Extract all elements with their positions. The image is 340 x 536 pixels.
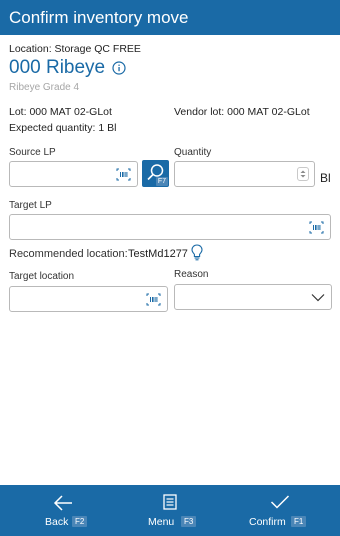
confirm-button[interactable]: Confirm F1: [242, 485, 318, 536]
lot-value: 000 MAT 02-GLot: [29, 106, 112, 118]
back-key-badge: F2: [72, 516, 88, 527]
menu-icon: [163, 494, 177, 510]
lightbulb-icon[interactable]: [191, 244, 203, 261]
back-button[interactable]: Back F2: [28, 485, 98, 536]
expected-quantity-line: Expected quantity: 1 Bl: [9, 122, 116, 134]
confirm-label: Confirm: [249, 516, 286, 528]
vendor-lot-label: Vendor lot:: [174, 106, 225, 118]
target-location-label: Target location: [9, 271, 75, 282]
source-lp-search-button[interactable]: F7: [142, 160, 169, 187]
back-label: Back: [45, 516, 69, 528]
footer-toolbar: Back F2 Menu F3 Confirm F1: [0, 485, 340, 536]
location-value: Storage QC FREE: [54, 43, 141, 55]
barcode-scan-icon[interactable]: [116, 168, 131, 181]
menu-label: Menu: [148, 516, 175, 528]
target-lp-label: Target LP: [9, 200, 52, 211]
info-icon[interactable]: [112, 61, 126, 75]
item-description: Ribeye Grade 4: [9, 82, 80, 93]
quantity-unit: Bl: [320, 171, 331, 185]
search-key-badge: F7: [155, 177, 168, 186]
menu-key-badge: F3: [181, 516, 197, 527]
menu-button[interactable]: Menu F3: [135, 485, 205, 536]
quantity-stepper[interactable]: [297, 167, 309, 181]
location-label: Location:: [9, 43, 52, 55]
checkmark-icon: [270, 495, 290, 509]
location-line: Location: Storage QC FREE: [9, 43, 141, 55]
stepper-arrows-icon: [300, 170, 306, 178]
source-lp-label: Source LP: [9, 147, 56, 158]
chevron-down-icon: [311, 294, 325, 302]
lot-label: Lot:: [9, 106, 27, 118]
quantity-label: Quantity: [174, 147, 212, 158]
confirm-key-badge: F1: [291, 516, 307, 527]
recommended-location-label: Recommended location:: [9, 248, 128, 260]
vendor-lot-line: Vendor lot: 000 MAT 02-GLot: [174, 106, 310, 118]
recommended-location-value: TestMd1277: [128, 248, 188, 260]
target-location-input[interactable]: [9, 286, 168, 312]
barcode-scan-icon[interactable]: [146, 293, 161, 306]
quantity-input[interactable]: [174, 161, 315, 187]
page-title: Confirm inventory move: [9, 8, 189, 27]
barcode-scan-icon[interactable]: [309, 221, 324, 234]
content-area: Location: Storage QC FREE 000 Ribeye Rib…: [0, 35, 340, 485]
item-title: 000 Ribeye: [9, 57, 106, 78]
vendor-lot-value: 000 MAT 02-GLot: [227, 106, 310, 118]
source-lp-input[interactable]: [9, 161, 138, 187]
expected-quantity-label: Expected quantity:: [9, 122, 96, 134]
target-lp-input[interactable]: [9, 214, 331, 240]
reason-label: Reason: [174, 269, 209, 280]
lot-line: Lot: 000 MAT 02-GLot: [9, 106, 112, 118]
back-arrow-icon: [53, 495, 72, 511]
app-header: Confirm inventory move: [0, 0, 340, 35]
reason-select[interactable]: [174, 284, 332, 310]
expected-quantity-value: 1 Bl: [98, 122, 117, 134]
item-title-row: 000 Ribeye: [9, 57, 126, 79]
